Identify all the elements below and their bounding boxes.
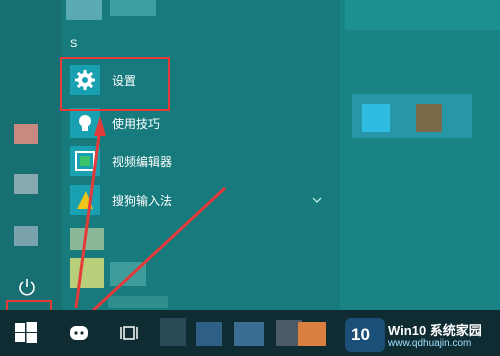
taskbar-app[interactable]: [160, 318, 186, 346]
annotation-arrows: [74, 116, 227, 328]
watermark-brand: Win10 系统家园: [388, 323, 482, 338]
task-view-icon[interactable]: [118, 322, 140, 344]
windows-logo-icon[interactable]: [14, 320, 38, 344]
taskbar-app[interactable]: [196, 322, 222, 346]
taskbar-app[interactable]: [298, 322, 326, 346]
watermark-logo-text: 10: [351, 325, 370, 344]
watermark-url: www.qdhuajin.com: [388, 338, 472, 349]
watermark-logo: 10: [345, 318, 385, 352]
cortana-icon[interactable]: [68, 322, 90, 344]
taskbar-app[interactable]: [234, 322, 264, 346]
